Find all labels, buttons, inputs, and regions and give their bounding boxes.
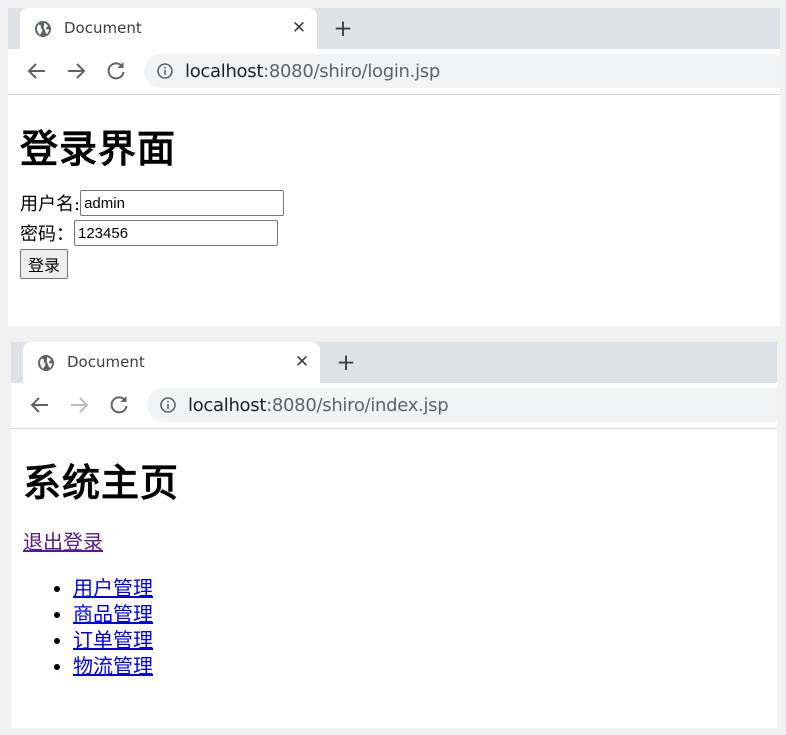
username-field[interactable] bbox=[80, 190, 285, 216]
browser-window-login: Document ✕ + localhost:8080/shiro/login.… bbox=[8, 8, 780, 326]
new-tab-button[interactable]: + bbox=[329, 15, 357, 43]
info-icon[interactable] bbox=[157, 63, 173, 79]
tab-document[interactable]: Document ✕ bbox=[20, 8, 317, 49]
tab-strip: Document ✕ + bbox=[8, 8, 780, 49]
menu-list: 用户管理 商品管理 订单管理 物流管理 bbox=[23, 575, 765, 679]
globe-icon bbox=[35, 21, 51, 37]
browser-window-index: Document ✕ + localhost:8080/shiro/index.… bbox=[11, 342, 777, 728]
toolbar: localhost:8080/shiro/login.jsp bbox=[8, 49, 780, 95]
list-item: 物流管理 bbox=[73, 653, 765, 679]
page-content: 登录界面 用户名: 密码： 登录 bbox=[8, 95, 780, 326]
reload-icon[interactable] bbox=[104, 59, 128, 83]
page-title: 登录界面 bbox=[20, 127, 177, 171]
url-host: localhost bbox=[185, 61, 264, 82]
product-management-link[interactable]: 商品管理 bbox=[73, 602, 153, 626]
tab-title: Document bbox=[67, 353, 145, 371]
page-content: 系统主页 退出登录 用户管理 商品管理 订单管理 物流管理 bbox=[11, 429, 777, 728]
page-title: 系统主页 bbox=[23, 461, 180, 505]
close-tab-icon[interactable]: ✕ bbox=[287, 16, 311, 40]
arrow-right-icon[interactable] bbox=[64, 59, 88, 83]
arrow-right-icon[interactable] bbox=[67, 393, 91, 417]
username-row: 用户名: bbox=[20, 189, 768, 217]
url-text: localhost:8080/shiro/index.jsp bbox=[188, 395, 449, 416]
url-host: localhost bbox=[188, 395, 267, 416]
reload-icon[interactable] bbox=[107, 393, 131, 417]
close-tab-icon[interactable]: ✕ bbox=[290, 350, 314, 374]
username-label: 用户名: bbox=[20, 194, 81, 215]
logistics-management-link[interactable]: 物流管理 bbox=[73, 654, 153, 678]
new-tab-button[interactable]: + bbox=[332, 349, 360, 377]
tab-title: Document bbox=[64, 19, 142, 37]
user-management-link[interactable]: 用户管理 bbox=[73, 576, 153, 600]
url-path: :8080/shiro/login.jsp bbox=[263, 61, 440, 82]
toolbar: localhost:8080/shiro/index.jsp bbox=[11, 383, 777, 429]
address-bar[interactable]: localhost:8080/shiro/index.jsp bbox=[147, 388, 777, 422]
password-field[interactable] bbox=[74, 220, 278, 246]
list-item: 订单管理 bbox=[73, 627, 765, 653]
list-item: 商品管理 bbox=[73, 601, 765, 627]
globe-icon bbox=[38, 355, 54, 371]
arrow-left-icon[interactable] bbox=[25, 59, 49, 83]
url-text: localhost:8080/shiro/login.jsp bbox=[185, 61, 440, 82]
password-row: 密码： bbox=[20, 219, 768, 247]
order-management-link[interactable]: 订单管理 bbox=[73, 628, 153, 652]
tab-strip: Document ✕ + bbox=[11, 342, 777, 383]
arrow-left-icon[interactable] bbox=[28, 393, 52, 417]
address-bar[interactable]: localhost:8080/shiro/login.jsp bbox=[144, 54, 780, 88]
password-label: 密码： bbox=[20, 224, 74, 245]
login-button[interactable]: 登录 bbox=[20, 249, 69, 279]
tab-document[interactable]: Document ✕ bbox=[23, 342, 320, 383]
info-icon[interactable] bbox=[160, 397, 176, 413]
url-path: :8080/shiro/index.jsp bbox=[266, 395, 449, 416]
list-item: 用户管理 bbox=[73, 575, 765, 601]
logout-link[interactable]: 退出登录 bbox=[23, 526, 765, 555]
